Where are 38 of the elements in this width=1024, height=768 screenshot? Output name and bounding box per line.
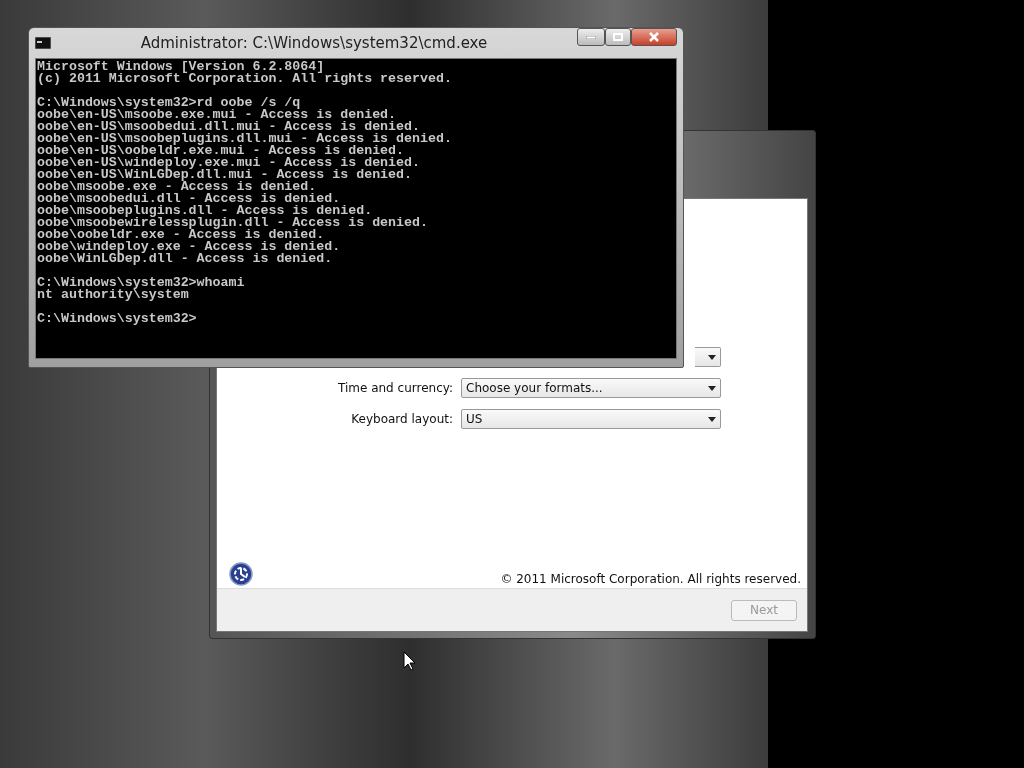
console-line: (c) 2011 Microsoft Corporation. All rights reserved. [37,73,453,85]
dropdown-arrow-icon [708,385,716,391]
console-line: nt authority\system [37,289,189,301]
accessibility-icon[interactable] [229,562,253,586]
minimize-icon [586,35,596,39]
window-title: Administrator: C:\Windows\system32\cmd.exe [139,34,489,52]
dropdown[interactable]: Choose your formats... [461,378,721,398]
dropdown-arrow-icon [708,354,716,360]
console-line: oobe\en-US\oobeldr.exe.mui - Access is denied. [37,145,405,157]
console-line: C:\Windows\system32>whoami [37,277,246,289]
copyright-text: © 2011 Microsoft Corporation. All rights reserved. [500,572,801,586]
field-label: Time and currency: [336,381,453,395]
close-button[interactable] [631,28,677,46]
minimize-button[interactable] [577,28,605,46]
console-line: oobe\oobeldr.exe - Access is denied. [37,229,325,241]
console-line: oobe\en-US\msoobeplugins.dll.mui - Access is denied. [37,133,453,145]
console-line: oobe\msoobeplugins.dll - Access is denied. [37,205,373,217]
close-icon [649,32,659,42]
maximize-icon [613,33,623,41]
console-line: oobe\msoobewirelessplugin.dll - Access is denied. [37,217,429,229]
dropdown[interactable] [695,347,721,367]
dropdown[interactable]: US [461,409,721,429]
field-label: Keyboard layout: [350,412,453,426]
console-line: oobe\WinLGDep.dll - Access is denied. [37,253,334,265]
console-line: oobe\en-US\msoobe.exe.mui - Access is denied. [37,109,397,121]
maximize-button[interactable] [605,28,631,46]
console-line: Microsoft Windows [Version 6.2.8064] [37,61,325,73]
console-icon [35,37,51,49]
console-line: C:\Windows\system32>rd oobe /s /q [37,97,301,109]
console-line: C:\Windows\system32> [37,313,198,325]
mouse-cursor-icon [403,651,416,671]
console-line: oobe\en-US\WinLGDep.dll.mui - Access is denied. [37,169,414,181]
console-line: oobe\windeploy.exe - Access is denied. [37,241,342,253]
console-line: oobe\msoobedui.dll - Access is denied. [37,193,341,205]
dropdown-arrow-icon [708,416,716,422]
console-line: oobe\msoobe.exe - Access is denied. [37,181,317,193]
console-line: oobe\en-US\msoobedui.dll.mui - Access is denied. [37,121,420,133]
console-line: oobe\en-US\windeploy.exe.mui - Access is denied. [37,157,421,169]
